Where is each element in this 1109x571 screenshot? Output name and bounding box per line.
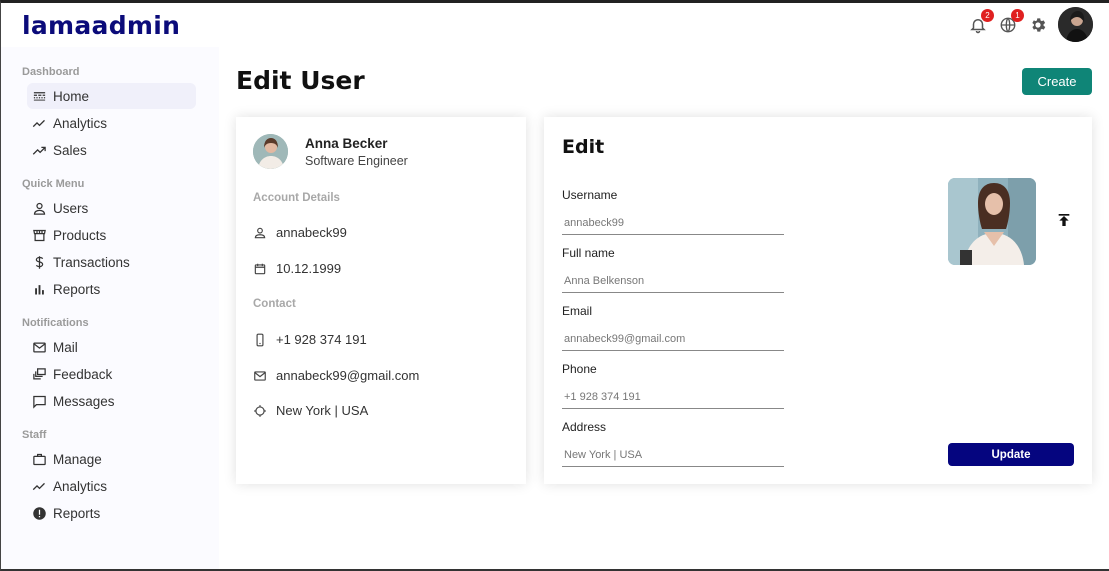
dollar-icon [35, 255, 44, 269]
sidebar-item-staff-reports[interactable]: Reports [27, 500, 196, 526]
sidebar-item-label: Transactions [53, 254, 130, 270]
info-birthday: 10.12.1999 [253, 261, 341, 276]
language-badge: 1 [1011, 8, 1024, 22]
timeline-icon [32, 482, 45, 490]
phone-icon [256, 333, 264, 346]
user-show-card: Anna Becker Software Engineer Account De… [236, 117, 526, 484]
username-label: Username [562, 188, 618, 202]
calendar-icon [254, 263, 266, 274]
sidebar-item-analytics[interactable]: Analytics [27, 110, 196, 136]
birthday-value: 10.12.1999 [276, 261, 342, 276]
logo[interactable]: lamaadmin [22, 11, 180, 40]
edit-title: Edit [562, 136, 605, 158]
sidebar-item-label: Users [53, 200, 89, 216]
sidebar-item-staff-analytics[interactable]: Analytics [27, 473, 196, 499]
profile-avatar[interactable] [1058, 7, 1093, 42]
username-input[interactable] [562, 211, 784, 235]
sidebar-item-manage[interactable]: Manage [27, 446, 196, 472]
trending-up-icon [32, 146, 46, 155]
chat-bubble-icon [33, 395, 46, 409]
sidebar-item-feedback[interactable]: Feedback [27, 361, 196, 387]
sidebar-item-label: Analytics [53, 115, 108, 131]
email-input[interactable] [562, 327, 784, 351]
user-avatar [253, 134, 288, 169]
settings-button[interactable] [1028, 15, 1048, 35]
info-username: annabeck99 [253, 225, 347, 240]
email-value: annabeck99@gmail.com [276, 368, 420, 383]
sidebar-item-label: Mail [53, 339, 78, 355]
user-job-title: Software Engineer [305, 154, 408, 168]
phone-label: Phone [562, 362, 597, 376]
mail-icon [33, 342, 46, 352]
sidebar-item-messages[interactable]: Messages [27, 388, 196, 414]
notifications-badge: 2 [981, 8, 994, 22]
storefront-icon [33, 229, 46, 241]
user-name: Anna Becker [305, 136, 388, 151]
user-photo [253, 134, 288, 169]
info-address: New York | USA [253, 403, 368, 418]
user-icon [33, 202, 46, 215]
sidebar-item-products[interactable]: Products [27, 222, 196, 248]
timeline-icon [32, 119, 45, 127]
fullname-input[interactable] [562, 269, 784, 293]
info-phone: +1 928 374 191 [253, 332, 367, 347]
topbar: lamaadmin 2 1 [0, 3, 1109, 47]
sidebar-item-label: Products [53, 227, 107, 243]
sidebar-item-label: Feedback [53, 366, 113, 382]
sidebar-section-quick-menu: Quick Menu Users Products Transactions R… [1, 178, 196, 302]
sidebar-item-home[interactable]: Home [27, 83, 196, 109]
sidebar-item-label: Reports [53, 281, 101, 297]
sidebar-section-title: Dashboard [22, 66, 80, 78]
line-style-icon [33, 91, 46, 101]
phone-input[interactable] [562, 385, 784, 409]
user-icon [254, 227, 266, 238]
sidebar: Dashboard Home Analytics Sales Quick Men… [1, 47, 219, 569]
address-input[interactable] [562, 443, 784, 467]
update-button[interactable]: Update [948, 443, 1074, 466]
upload-image [948, 178, 1036, 265]
user-edit-card: Edit Username Full name Email Phone Addr… [544, 117, 1092, 484]
contact-title: Contact [253, 298, 296, 310]
create-button[interactable]: Create [1022, 68, 1092, 95]
sidebar-item-mail[interactable]: Mail [27, 334, 196, 360]
sidebar-item-label: Home [53, 88, 90, 104]
user-upload-photo [948, 178, 1036, 265]
location-searching-icon [254, 404, 266, 417]
notifications-button[interactable]: 2 [968, 8, 994, 35]
sidebar-item-label: Analytics [53, 478, 108, 494]
sidebar-item-sales[interactable]: Sales [27, 137, 196, 163]
phone-value: +1 928 374 191 [276, 332, 367, 347]
language-button[interactable]: 1 [998, 8, 1024, 35]
sidebar-item-label: Messages [53, 393, 115, 409]
sidebar-section-staff: Staff Manage Analytics Reports [1, 429, 196, 526]
sidebar-item-label: Reports [53, 505, 101, 521]
sidebar-item-transactions[interactable]: Transactions [27, 249, 196, 275]
work-icon [33, 453, 46, 465]
sidebar-item-reports[interactable]: Reports [27, 276, 196, 302]
page-title: Edit User [236, 66, 365, 95]
sidebar-section-title: Notifications [22, 317, 89, 329]
mail-icon [254, 370, 266, 381]
sidebar-section-title: Staff [22, 429, 47, 441]
gear-icon [1032, 17, 1046, 32]
address-label: Address [562, 420, 607, 434]
sidebar-section-title: Quick Menu [22, 178, 85, 190]
fullname-label: Full name [562, 246, 615, 260]
email-label: Email [562, 304, 593, 318]
bar-chart-icon [35, 284, 44, 294]
dynamic-feed-icon [33, 367, 46, 379]
info-email: annabeck99@gmail.com [253, 368, 419, 383]
publish-upload-icon[interactable] [1056, 212, 1072, 228]
account-details-title: Account Details [253, 192, 340, 204]
report-icon [33, 506, 46, 520]
sidebar-item-label: Sales [53, 142, 87, 158]
sidebar-section-dashboard: Dashboard Home Analytics Sales [1, 66, 196, 163]
username-value: annabeck99 [276, 225, 347, 240]
address-value: New York | USA [276, 403, 369, 418]
profile-photo [1058, 7, 1093, 42]
topbar-icons: 2 1 [968, 7, 1093, 42]
sidebar-item-label: Manage [53, 451, 102, 467]
sidebar-item-users[interactable]: Users [27, 195, 196, 221]
sidebar-section-notifications: Notifications Mail Feedback Messages [1, 317, 196, 414]
